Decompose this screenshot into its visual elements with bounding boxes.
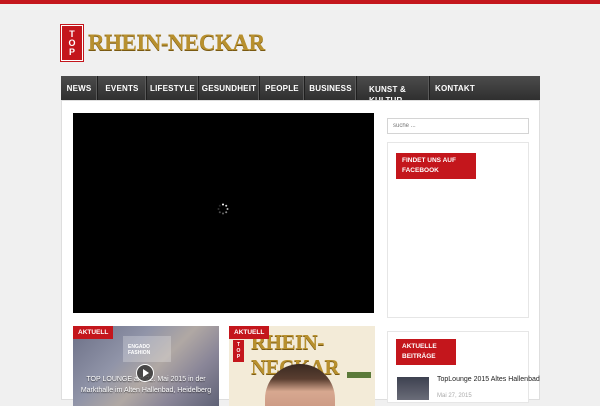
logo-text: RHEIN-NECKAR (88, 30, 265, 55)
facebook-widget-title: Findet uns auf Facebook (396, 153, 476, 179)
nav-item-people[interactable]: People (260, 76, 305, 100)
nav-item-news[interactable]: News (61, 76, 98, 100)
nav-item-kunst-kultur[interactable]: Kunst & Kultur (357, 76, 430, 105)
facebook-title-line: Facebook (402, 167, 439, 174)
magazine-badge-letter: P (236, 354, 241, 360)
top-accent-bar (0, 0, 600, 4)
recent-post-title[interactable]: TopLounge 2015 Altes Hallenbad (437, 376, 540, 383)
nav-item-lifestyle[interactable]: Lifestyle (147, 76, 199, 100)
logo-badge-letter: P (68, 46, 75, 57)
play-icon[interactable] (136, 364, 154, 382)
site-logo[interactable]: T O P RHEIN-NECKAR (61, 25, 265, 61)
nav-item-business[interactable]: Business (305, 76, 357, 100)
search-input[interactable] (387, 118, 529, 134)
recent-posts-title: Aktuelle Beiträge (396, 339, 456, 365)
logo-badge: T O P (61, 25, 83, 61)
engado-logo: ENGADO FASHION (123, 336, 171, 362)
recent-title-line: Beiträge (402, 353, 436, 360)
main-navigation: News Events Lifestyle Gesundheit People … (61, 76, 540, 105)
recent-title-line: Aktuelle (402, 343, 437, 350)
facebook-title-line: Findet uns auf (402, 157, 456, 164)
magazine-cover-strip (347, 372, 371, 378)
magazine-badge: T O P (233, 340, 244, 362)
loading-spinner-icon (217, 203, 229, 215)
engado-logo-text: ENGADO FASHION (128, 344, 151, 356)
nav-item-gesundheit[interactable]: Gesundheit (199, 76, 260, 100)
recent-post-date: Mai 27, 2015 (437, 393, 472, 399)
nav-item-kontakt[interactable]: Kontakt (430, 76, 480, 100)
recent-post-thumbnail[interactable] (397, 377, 429, 400)
article-card[interactable]: T O P RHEIN-NECKAR Aktuell (229, 326, 375, 406)
nav-item-events[interactable]: Events (98, 76, 147, 100)
category-badge[interactable]: Aktuell (229, 326, 270, 339)
category-badge[interactable]: Aktuell (73, 326, 114, 339)
nav-item-kunst-label: Kunst & (369, 85, 406, 94)
